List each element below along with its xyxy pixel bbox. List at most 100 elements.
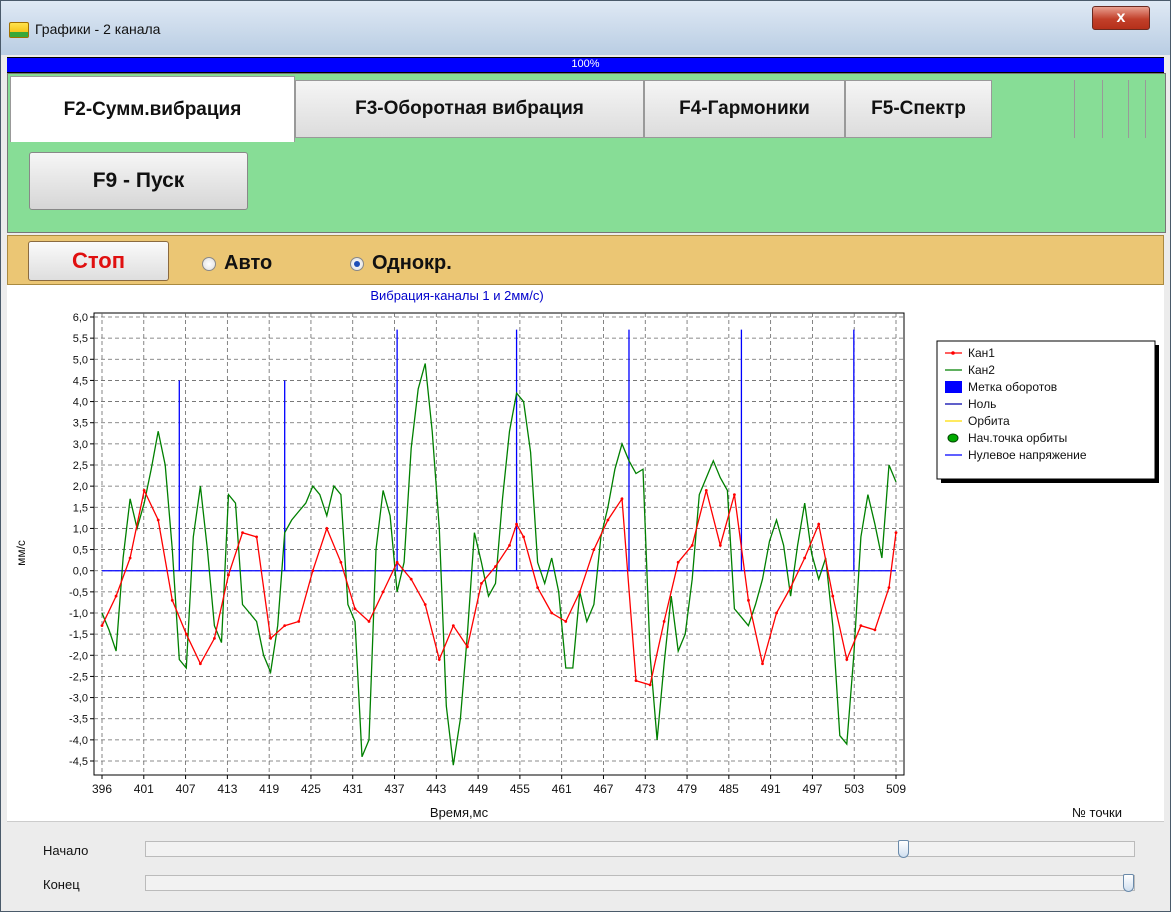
kan1-point	[494, 565, 497, 568]
x-tick-label: 443	[426, 782, 446, 796]
kan1-point	[283, 624, 287, 628]
kan1-point	[515, 522, 518, 526]
x-tick-label: 497	[802, 782, 822, 796]
title-bar[interactable]: Графики - 2 канала x	[1, 1, 1170, 55]
chart-window: Графики - 2 канала x 100% F2-Сумм.вибрац…	[0, 0, 1171, 912]
x-tick-label: 396	[92, 782, 112, 796]
kan1-point	[564, 620, 568, 623]
kan1-point	[255, 535, 258, 539]
kan1-point	[184, 632, 188, 636]
kan1-point	[894, 531, 898, 535]
control-bar: Стоп Авто Однокр.	[7, 235, 1164, 285]
radio-auto[interactable]: Авто	[202, 252, 272, 275]
kan1-point	[241, 531, 244, 535]
radio-single-label: Однокр.	[372, 252, 452, 274]
legend-swatch	[945, 381, 962, 393]
legend-label: Кан2	[968, 363, 995, 377]
tab-rotational-vibration[interactable]: F3-Оборотная вибрация	[295, 80, 644, 138]
y-tick-label: 5,0	[73, 354, 88, 366]
radio-auto-label: Авто	[224, 252, 273, 274]
kan1-point	[620, 497, 624, 501]
y-tick-label: 6,0	[73, 312, 88, 324]
stop-button[interactable]: Стоп	[28, 241, 169, 281]
y-tick-label: 2,0	[73, 481, 88, 493]
tab-summary-vibration[interactable]: F2-Сумм.вибрация	[10, 76, 295, 142]
kan1-point	[887, 586, 891, 590]
kan1-point	[550, 611, 554, 615]
x-tick-label: 401	[134, 782, 154, 796]
start-button[interactable]: F9 - Пуск	[29, 152, 248, 210]
x-tick-label: 461	[552, 782, 572, 796]
end-slider-label: Конец	[43, 877, 80, 892]
kan1-point	[648, 683, 652, 687]
y-tick-label: -3,0	[69, 693, 88, 705]
end-slider[interactable]	[145, 874, 1135, 892]
end-slider-thumb[interactable]	[1123, 874, 1134, 892]
x-tick-label: 485	[719, 782, 739, 796]
kan1-point	[831, 594, 835, 598]
x-axis-label: Время,мс	[430, 805, 489, 820]
kan1-point	[465, 645, 469, 649]
x-tick-label: 425	[301, 782, 321, 796]
kan1-point	[227, 573, 230, 577]
range-panel: Начало Конец	[7, 821, 1164, 908]
chart-title: Вибрация-каналы 1 и 2мм/с)	[370, 288, 543, 303]
y-tick-label: 4,5	[73, 375, 88, 387]
tab-spectrum[interactable]: F5-Спектр	[845, 80, 992, 138]
y-tick-label: 5,5	[73, 333, 88, 345]
kan1-point	[817, 522, 821, 526]
y-tick-label: 1,5	[73, 502, 88, 514]
y-tick-label: 3,5	[73, 418, 88, 430]
kan1-point	[114, 594, 118, 598]
x-tick-label: 473	[635, 782, 655, 796]
kan1-point	[297, 620, 301, 623]
radio-single-indicator[interactable]	[350, 256, 364, 271]
y-tick-label: -1,0	[69, 608, 88, 620]
kan1-point	[634, 679, 638, 683]
kan1-point	[747, 598, 750, 602]
start-slider-label: Начало	[43, 843, 89, 858]
kan1-point	[676, 560, 680, 564]
tab-harmonics[interactable]: F4-Гармоники	[644, 80, 845, 138]
kan1-point	[704, 488, 708, 492]
kan1-point	[480, 582, 483, 585]
y-tick-label: 0,0	[73, 566, 88, 578]
y-tick-label: 3,0	[73, 439, 88, 451]
kan1-point	[381, 590, 385, 594]
kan1-point	[451, 624, 455, 628]
x-tick-label: 503	[844, 782, 864, 796]
kan1-point	[170, 598, 174, 602]
kan1-point	[128, 556, 132, 560]
y-tick-label: 1,0	[73, 523, 88, 535]
kan1-point	[662, 620, 666, 623]
radio-single[interactable]: Однокр.	[350, 252, 452, 275]
kan1-point	[578, 590, 582, 594]
kan1-point	[718, 543, 722, 547]
kan1-point	[508, 543, 511, 547]
y-tick-label: 2,5	[73, 460, 88, 472]
y-tick-label: -2,0	[69, 650, 88, 662]
x-tick-label: 509	[886, 782, 906, 796]
radio-auto-indicator[interactable]	[202, 256, 216, 271]
kan1-point	[339, 560, 343, 564]
y-tick-label: 0,5	[73, 545, 88, 557]
app-icon	[9, 22, 29, 38]
y-axis-label: мм/с	[14, 540, 28, 566]
kan1-point	[873, 628, 877, 632]
kan1-point	[142, 488, 146, 492]
y-tick-label: -2,5	[69, 671, 88, 683]
y-tick-label: -0,5	[69, 587, 88, 599]
kan1-point	[269, 636, 273, 640]
kan1-point	[803, 556, 807, 560]
legend-label: Нач.точка орбиты	[968, 431, 1067, 445]
close-button[interactable]: x	[1092, 6, 1150, 30]
kan1-point	[198, 662, 202, 666]
start-slider-thumb[interactable]	[898, 840, 909, 858]
start-slider[interactable]	[145, 840, 1135, 858]
progress-bar: 100%	[7, 57, 1164, 73]
chart-area: Вибрация-каналы 1 и 2мм/с) 6,0 5,5 5,0 4,5 4…	[7, 285, 1164, 821]
x-tick-label: 449	[468, 782, 488, 796]
x-axis-ticks: 396 401 407 413 419 425 431 437 443 449 455 461 467 4…	[92, 775, 906, 796]
kan1-point	[775, 611, 778, 615]
tab-divider	[1102, 80, 1103, 138]
